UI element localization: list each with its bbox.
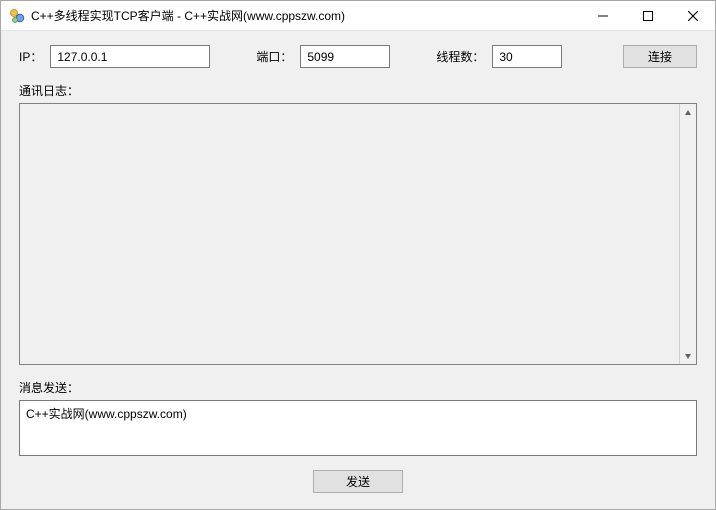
log-scrollbar[interactable] [679,104,696,364]
port-input[interactable] [300,45,390,68]
client-area: IP： 端口： 线程数： 连接 通讯日志： 消息发送： [1,31,715,509]
ip-input[interactable] [50,45,210,68]
connect-button[interactable]: 连接 [623,45,697,68]
minimize-button[interactable] [580,1,625,30]
app-window: C++多线程实现TCP客户端 - C++实战网(www.cppszw.com) … [0,0,716,510]
port-label: 端口： [256,48,292,65]
ip-label: IP： [19,48,42,65]
send-label: 消息发送： [19,379,697,396]
threads-label: 线程数： [436,48,484,65]
scroll-up-icon[interactable] [679,104,696,121]
connection-row: IP： 端口： 线程数： 连接 [19,45,697,68]
log-textarea[interactable] [19,103,697,365]
send-row: 发送 [19,470,697,493]
window-title: C++多线程实现TCP客户端 - C++实战网(www.cppszw.com) [31,7,580,24]
close-button[interactable] [670,1,715,30]
log-content [20,104,696,112]
window-controls [580,1,715,30]
scroll-down-icon[interactable] [679,347,696,364]
message-input[interactable] [19,400,697,456]
threads-input[interactable] [492,45,562,68]
maximize-button[interactable] [625,1,670,30]
app-icon [9,8,25,24]
titlebar: C++多线程实现TCP客户端 - C++实战网(www.cppszw.com) [1,1,715,31]
log-label: 通讯日志： [19,82,697,99]
send-button[interactable]: 发送 [313,470,403,493]
